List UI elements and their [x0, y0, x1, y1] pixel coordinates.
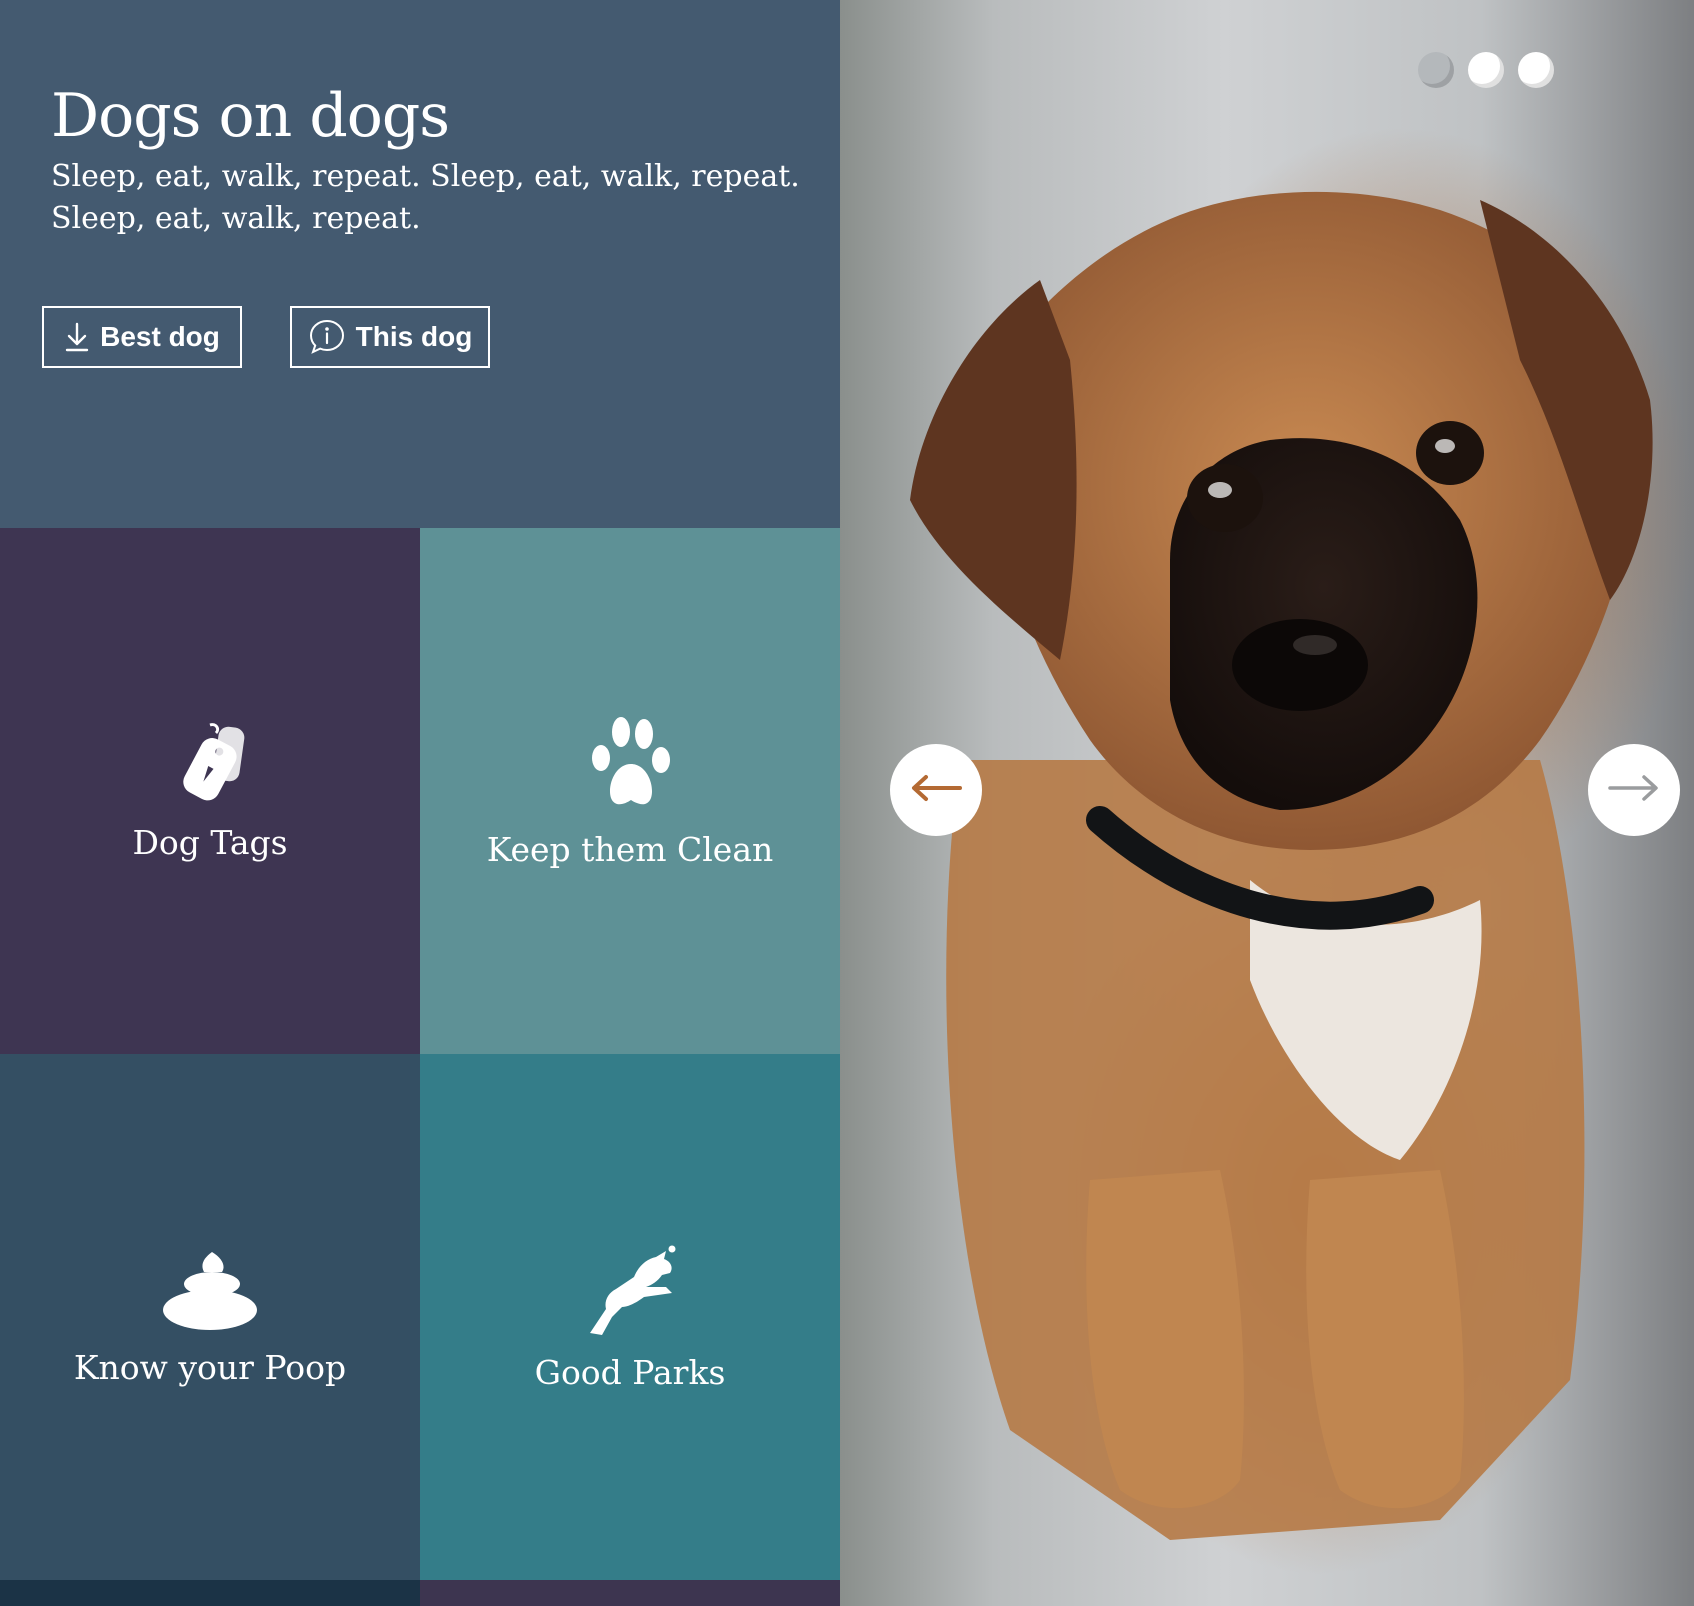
slide-dots	[1418, 52, 1554, 88]
slide-dot-1[interactable]	[1418, 52, 1454, 88]
hero-section: Dogs on dogs Sleep, eat, walk, repeat. S…	[0, 0, 840, 528]
good-parks-label: Good Parks	[534, 1352, 726, 1392]
info-bubble-icon	[308, 318, 346, 356]
jumping-dog-icon	[582, 1243, 678, 1337]
next-tile-row-right	[420, 1580, 840, 1606]
best-dog-button-label: Best dog	[100, 321, 220, 352]
keep-them-clean-tile[interactable]: Keep them Clean	[420, 528, 840, 1054]
left-panel: Dogs on dogs Sleep, eat, walk, repeat. S…	[0, 0, 840, 1606]
previous-slide-button[interactable]	[890, 744, 982, 836]
download-icon	[64, 322, 90, 352]
slide-dot-3[interactable]	[1518, 52, 1554, 88]
paw-icon	[589, 714, 671, 814]
best-dog-button[interactable]: Best dog	[42, 306, 242, 368]
dog-tags-tile[interactable]: Dog Tags	[0, 528, 420, 1054]
this-dog-button-label: This dog	[355, 321, 473, 352]
next-tile-row-left	[0, 1580, 420, 1606]
dog-tag-icon	[172, 721, 248, 807]
page-title: Dogs on dogs	[51, 81, 450, 151]
this-dog-button[interactable]: This dog	[290, 306, 490, 368]
next-slide-button[interactable]	[1588, 744, 1680, 836]
arrow-right-icon	[1608, 773, 1660, 807]
poop-icon	[160, 1248, 260, 1332]
good-parks-tile[interactable]: Good Parks	[420, 1054, 840, 1580]
dog-tags-label: Dog Tags	[132, 822, 288, 862]
know-your-poop-label: Know your Poop	[73, 1347, 347, 1387]
keep-them-clean-label: Keep them Clean	[486, 829, 774, 869]
know-your-poop-tile[interactable]: Know your Poop	[0, 1054, 420, 1580]
slide-dot-2[interactable]	[1468, 52, 1504, 88]
photo-gallery	[840, 0, 1694, 1606]
page-subtitle: Sleep, eat, walk, repeat. Sleep, eat, wa…	[51, 159, 800, 236]
arrow-left-icon	[910, 773, 962, 807]
